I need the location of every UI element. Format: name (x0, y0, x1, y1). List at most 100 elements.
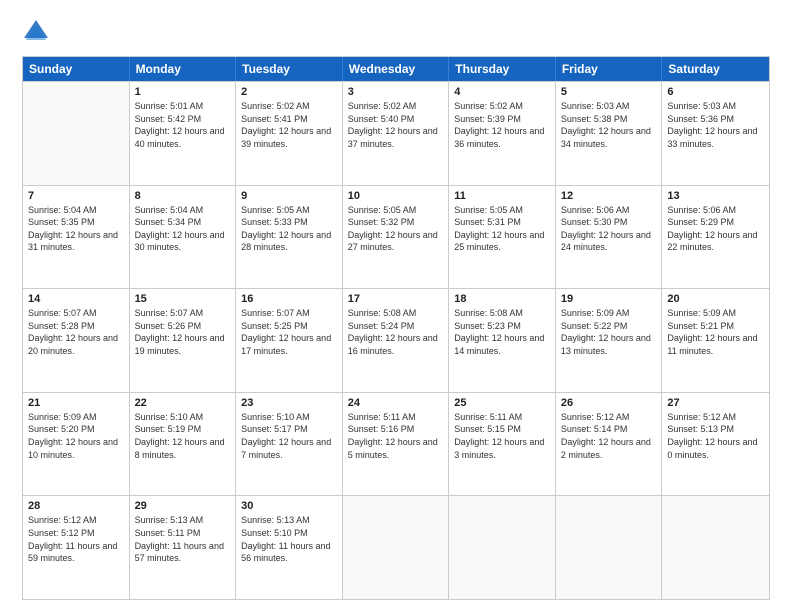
day-number-12: 12 (561, 190, 657, 202)
day-number-6: 6 (667, 86, 764, 98)
day-info-14: Sunrise: 5:07 AM Sunset: 5:28 PM Dayligh… (28, 307, 124, 357)
cal-header-saturday: Saturday (662, 57, 769, 81)
day-info-30: Sunrise: 5:13 AM Sunset: 5:10 PM Dayligh… (241, 514, 337, 564)
day-number-28: 28 (28, 500, 124, 512)
day-number-5: 5 (561, 86, 657, 98)
day-number-2: 2 (241, 86, 337, 98)
day-number-13: 13 (667, 190, 764, 202)
cal-day-22: 22Sunrise: 5:10 AM Sunset: 5:19 PM Dayli… (130, 393, 237, 496)
day-number-3: 3 (348, 86, 444, 98)
cal-day-12: 12 Sunrise: 5:06 AM Sunset: 5:30 PM Dayli… (556, 186, 663, 289)
day-info-15: Sunrise: 5:07 AM Sunset: 5:26 PM Dayligh… (135, 307, 231, 357)
cal-empty-4-5 (556, 496, 663, 599)
day-info-24: Sunrise: 5:11 AM Sunset: 5:16 PM Dayligh… (348, 411, 444, 461)
day-info-20: Sunrise: 5:09 AM Sunset: 5:21 PM Dayligh… (667, 307, 764, 357)
cal-day-3: 3 Sunrise: 5:02 AM Sunset: 5:40 PM Daylig… (343, 82, 450, 185)
cal-day-7: 7Sunrise: 5:04 AM Sunset: 5:35 PM Daylig… (23, 186, 130, 289)
day-number-30: 30 (241, 500, 337, 512)
cal-day-26: 26 Sunrise: 5:12 AM Sunset: 5:14 PM Dayli… (556, 393, 663, 496)
day-number-29: 29 (135, 500, 231, 512)
day-info-6: Sunrise: 5:03 AM Sunset: 5:36 PM Dayligh… (667, 100, 764, 150)
cal-day-8: 8 Sunrise: 5:04 AM Sunset: 5:34 PM Daylig… (130, 186, 237, 289)
cal-day-4: 4Sunrise: 5:02 AM Sunset: 5:39 PM Daylig… (449, 82, 556, 185)
day-number-22: 22 (135, 397, 231, 409)
cal-day-20: 20 Sunrise: 5:09 AM Sunset: 5:21 PM Dayli… (662, 289, 769, 392)
day-info-28: Sunrise: 5:12 AM Sunset: 5:12 PM Dayligh… (28, 514, 124, 564)
day-number-19: 19 (561, 293, 657, 305)
day-number-8: 8 (135, 190, 231, 202)
cal-header-thursday: Thursday (449, 57, 556, 81)
day-info-1: Sunrise: 5:01 AM Sunset: 5:42 PM Dayligh… (135, 100, 231, 150)
day-number-14: 14 (28, 293, 124, 305)
day-info-27: Sunrise: 5:12 AM Sunset: 5:13 PM Dayligh… (667, 411, 764, 461)
cal-day-2: 2 Sunrise: 5:02 AM Sunset: 5:41 PM Daylig… (236, 82, 343, 185)
day-number-7: 7 (28, 190, 124, 202)
calendar: SundayMondayTuesdayWednesdayThursdayFrid… (22, 56, 770, 600)
day-number-27: 27 (667, 397, 764, 409)
day-info-25: Sunrise: 5:11 AM Sunset: 5:15 PM Dayligh… (454, 411, 550, 461)
day-number-1: 1 (135, 86, 231, 98)
cal-day-9: 9 Sunrise: 5:05 AM Sunset: 5:33 PM Daylig… (236, 186, 343, 289)
cal-day-15: 15 Sunrise: 5:07 AM Sunset: 5:26 PM Dayli… (130, 289, 237, 392)
cal-day-5: 5 Sunrise: 5:03 AM Sunset: 5:38 PM Daylig… (556, 82, 663, 185)
cal-day-18: 18Sunrise: 5:08 AM Sunset: 5:23 PM Dayli… (449, 289, 556, 392)
cal-day-13: 13Sunrise: 5:06 AM Sunset: 5:29 PM Dayli… (662, 186, 769, 289)
cal-week-3: 14 Sunrise: 5:07 AM Sunset: 5:28 PM Dayli… (23, 288, 769, 392)
day-info-10: Sunrise: 5:05 AM Sunset: 5:32 PM Dayligh… (348, 204, 444, 254)
cal-day-17: 17Sunrise: 5:08 AM Sunset: 5:24 PM Dayli… (343, 289, 450, 392)
day-info-5: Sunrise: 5:03 AM Sunset: 5:38 PM Dayligh… (561, 100, 657, 150)
day-number-10: 10 (348, 190, 444, 202)
logo (22, 18, 54, 46)
day-info-21: Sunrise: 5:09 AM Sunset: 5:20 PM Dayligh… (28, 411, 124, 461)
cal-day-25: 25 Sunrise: 5:11 AM Sunset: 5:15 PM Dayli… (449, 393, 556, 496)
cal-week-4: 21 Sunrise: 5:09 AM Sunset: 5:20 PM Dayli… (23, 392, 769, 496)
calendar-body: 1 Sunrise: 5:01 AM Sunset: 5:42 PM Daylig… (23, 81, 769, 599)
cal-header-wednesday: Wednesday (343, 57, 450, 81)
day-number-23: 23 (241, 397, 337, 409)
day-info-19: Sunrise: 5:09 AM Sunset: 5:22 PM Dayligh… (561, 307, 657, 357)
cal-day-29: 29 Sunrise: 5:13 AM Sunset: 5:11 PM Dayli… (130, 496, 237, 599)
day-info-9: Sunrise: 5:05 AM Sunset: 5:33 PM Dayligh… (241, 204, 337, 254)
header (22, 18, 770, 46)
day-info-8: Sunrise: 5:04 AM Sunset: 5:34 PM Dayligh… (135, 204, 231, 254)
cal-day-24: 24Sunrise: 5:11 AM Sunset: 5:16 PM Dayli… (343, 393, 450, 496)
cal-day-27: 27 Sunrise: 5:12 AM Sunset: 5:13 PM Dayli… (662, 393, 769, 496)
day-number-9: 9 (241, 190, 337, 202)
cal-day-11: 11 Sunrise: 5:05 AM Sunset: 5:31 PM Dayli… (449, 186, 556, 289)
day-info-12: Sunrise: 5:06 AM Sunset: 5:30 PM Dayligh… (561, 204, 657, 254)
cal-empty-4-4 (449, 496, 556, 599)
day-info-26: Sunrise: 5:12 AM Sunset: 5:14 PM Dayligh… (561, 411, 657, 461)
day-info-3: Sunrise: 5:02 AM Sunset: 5:40 PM Dayligh… (348, 100, 444, 150)
cal-header-sunday: Sunday (23, 57, 130, 81)
cal-day-28: 28 Sunrise: 5:12 AM Sunset: 5:12 PM Dayli… (23, 496, 130, 599)
day-number-26: 26 (561, 397, 657, 409)
day-info-16: Sunrise: 5:07 AM Sunset: 5:25 PM Dayligh… (241, 307, 337, 357)
cal-empty-0-0 (23, 82, 130, 185)
day-number-21: 21 (28, 397, 124, 409)
cal-day-23: 23 Sunrise: 5:10 AM Sunset: 5:17 PM Dayli… (236, 393, 343, 496)
day-number-18: 18 (454, 293, 550, 305)
day-info-17: Sunrise: 5:08 AM Sunset: 5:24 PM Dayligh… (348, 307, 444, 357)
cal-day-16: 16 Sunrise: 5:07 AM Sunset: 5:25 PM Dayli… (236, 289, 343, 392)
cal-empty-4-6 (662, 496, 769, 599)
cal-empty-4-3 (343, 496, 450, 599)
cal-week-2: 7Sunrise: 5:04 AM Sunset: 5:35 PM Daylig… (23, 185, 769, 289)
cal-day-6: 6 Sunrise: 5:03 AM Sunset: 5:36 PM Daylig… (662, 82, 769, 185)
cal-week-5: 28 Sunrise: 5:12 AM Sunset: 5:12 PM Dayli… (23, 495, 769, 599)
day-number-16: 16 (241, 293, 337, 305)
cal-day-1: 1 Sunrise: 5:01 AM Sunset: 5:42 PM Daylig… (130, 82, 237, 185)
day-number-20: 20 (667, 293, 764, 305)
day-info-2: Sunrise: 5:02 AM Sunset: 5:41 PM Dayligh… (241, 100, 337, 150)
day-info-4: Sunrise: 5:02 AM Sunset: 5:39 PM Dayligh… (454, 100, 550, 150)
day-info-11: Sunrise: 5:05 AM Sunset: 5:31 PM Dayligh… (454, 204, 550, 254)
cal-day-14: 14 Sunrise: 5:07 AM Sunset: 5:28 PM Dayli… (23, 289, 130, 392)
day-number-25: 25 (454, 397, 550, 409)
cal-header-monday: Monday (130, 57, 237, 81)
cal-day-30: 30 Sunrise: 5:13 AM Sunset: 5:10 PM Dayli… (236, 496, 343, 599)
day-info-29: Sunrise: 5:13 AM Sunset: 5:11 PM Dayligh… (135, 514, 231, 564)
cal-header-friday: Friday (556, 57, 663, 81)
day-number-15: 15 (135, 293, 231, 305)
day-info-23: Sunrise: 5:10 AM Sunset: 5:17 PM Dayligh… (241, 411, 337, 461)
cal-week-1: 1 Sunrise: 5:01 AM Sunset: 5:42 PM Daylig… (23, 81, 769, 185)
day-number-11: 11 (454, 190, 550, 202)
